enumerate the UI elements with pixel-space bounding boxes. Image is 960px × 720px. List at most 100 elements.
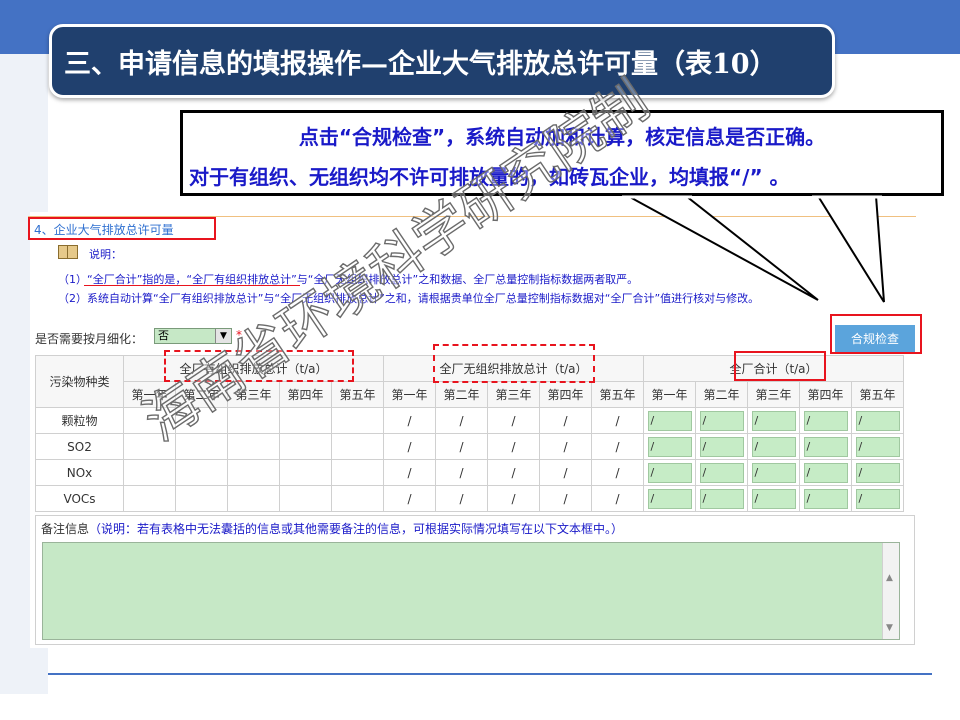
total-cell: / (747, 459, 800, 486)
total-input[interactable]: / (751, 410, 796, 431)
scroll-up-icon[interactable]: ▲ (886, 573, 893, 583)
total-cell: / (799, 433, 852, 460)
year-header: 第三年 (747, 381, 800, 408)
organized-cell[interactable] (279, 407, 332, 434)
total-input[interactable]: / (751, 488, 796, 509)
unorganized-cell[interactable]: / (435, 485, 488, 512)
total-input[interactable]: / (855, 436, 900, 457)
unorganized-cell[interactable]: / (487, 485, 540, 512)
organized-cell[interactable] (227, 485, 280, 512)
remark-textarea[interactable]: ▲ ▼ (42, 542, 900, 640)
table-row: NOx / / / / / / / / / / (35, 459, 904, 486)
total-cell: / (643, 407, 696, 434)
note-underline (84, 285, 300, 286)
total-input[interactable]: / (699, 462, 744, 483)
pollutant-name: VOCs (35, 485, 124, 512)
book-icon (58, 245, 78, 259)
unorganized-cell[interactable]: / (539, 433, 592, 460)
check-button-highlight (830, 314, 922, 354)
required-mark: * (236, 328, 242, 342)
total-input[interactable]: / (803, 488, 848, 509)
chevron-down-icon[interactable]: ▼ (215, 329, 231, 343)
total-input[interactable]: / (699, 410, 744, 431)
unorganized-cell[interactable]: / (435, 407, 488, 434)
total-input[interactable]: / (751, 462, 796, 483)
unorganized-cell[interactable]: / (435, 433, 488, 460)
table-row: SO2 / / / / / / / / / / (35, 433, 904, 460)
total-input[interactable]: / (699, 488, 744, 509)
year-header: 第四年 (539, 381, 592, 408)
total-input[interactable]: / (647, 488, 692, 509)
footer-line (48, 673, 932, 675)
year-header: 第二年 (435, 381, 488, 408)
year-header: 第三年 (487, 381, 540, 408)
total-input[interactable]: / (803, 436, 848, 457)
table-row: VOCs / / / / / / / / / / (35, 485, 904, 512)
unorganized-cell[interactable]: / (487, 433, 540, 460)
total-input[interactable]: / (699, 436, 744, 457)
total-cell: / (695, 459, 748, 486)
total-input[interactable]: / (855, 410, 900, 431)
organized-cell[interactable] (123, 407, 176, 434)
remark-hint: （说明：若有表格中无法囊括的信息或其他需要备注的信息，可根据实际情况填写在以下文… (89, 522, 624, 536)
unorganized-cell[interactable]: / (383, 407, 436, 434)
callout-line-1: 点击“合规检查”，系统自动加和计算，核定信息是否正确。 (298, 125, 826, 149)
total-input[interactable]: / (803, 462, 848, 483)
unorganized-cell[interactable]: / (591, 433, 644, 460)
organized-cell[interactable] (175, 433, 228, 460)
unorganized-cell[interactable]: / (487, 407, 540, 434)
unorganized-cell[interactable]: / (383, 459, 436, 486)
unorganized-cell[interactable]: / (591, 407, 644, 434)
total-cell: / (799, 485, 852, 512)
total-cell: / (643, 485, 696, 512)
monthly-breakdown-value: 否 (158, 329, 169, 342)
total-input[interactable]: / (855, 462, 900, 483)
organized-cell[interactable] (331, 433, 384, 460)
callout-box: 点击“合规检查”，系统自动加和计算，核定信息是否正确。 对于有组织、无组织均不许… (180, 110, 944, 196)
remark-scrollbar[interactable]: ▲ ▼ (882, 543, 899, 639)
organized-cell[interactable] (175, 485, 228, 512)
unorganized-cell[interactable]: / (591, 459, 644, 486)
organized-cell[interactable] (175, 459, 228, 486)
organized-cell[interactable] (175, 407, 228, 434)
section-title-highlight (28, 217, 216, 240)
organized-cell[interactable] (123, 433, 176, 460)
year-header: 第三年 (227, 381, 280, 408)
year-header: 第四年 (799, 381, 852, 408)
unorganized-cell[interactable]: / (539, 485, 592, 512)
total-input[interactable]: / (647, 462, 692, 483)
pollutant-header: 污染物种类 (35, 355, 124, 408)
organized-cell[interactable] (123, 459, 176, 486)
organized-cell[interactable] (279, 459, 332, 486)
year-header: 第四年 (279, 381, 332, 408)
unorganized-cell[interactable]: / (487, 459, 540, 486)
organized-cell[interactable] (123, 485, 176, 512)
scroll-down-icon[interactable]: ▼ (886, 623, 893, 633)
year-header: 第一年 (643, 381, 696, 408)
monthly-breakdown-select[interactable]: 否 ▼ (154, 328, 232, 344)
unorganized-cell[interactable]: / (383, 485, 436, 512)
total-input[interactable]: / (855, 488, 900, 509)
unorganized-cell[interactable]: / (435, 459, 488, 486)
total-input[interactable]: / (751, 436, 796, 457)
organized-cell[interactable] (279, 433, 332, 460)
organized-cell[interactable] (331, 485, 384, 512)
organized-cell[interactable] (279, 485, 332, 512)
total-cell: / (643, 433, 696, 460)
organized-cell[interactable] (331, 407, 384, 434)
unorganized-cell[interactable]: / (383, 433, 436, 460)
total-cell: / (851, 433, 904, 460)
unorganized-cell[interactable]: / (591, 485, 644, 512)
total-input[interactable]: / (803, 410, 848, 431)
organized-cell[interactable] (227, 459, 280, 486)
total-input[interactable]: / (647, 410, 692, 431)
organized-cell[interactable] (227, 433, 280, 460)
unorganized-cell[interactable]: / (539, 407, 592, 434)
unorganized-cell[interactable]: / (539, 459, 592, 486)
year-header: 第一年 (383, 381, 436, 408)
total-input[interactable]: / (647, 436, 692, 457)
organized-cell[interactable] (227, 407, 280, 434)
slide-title-box: 三、申请信息的填报操作—企业大气排放总许可量（表10） (49, 24, 835, 98)
total-cell: / (799, 459, 852, 486)
organized-cell[interactable] (331, 459, 384, 486)
